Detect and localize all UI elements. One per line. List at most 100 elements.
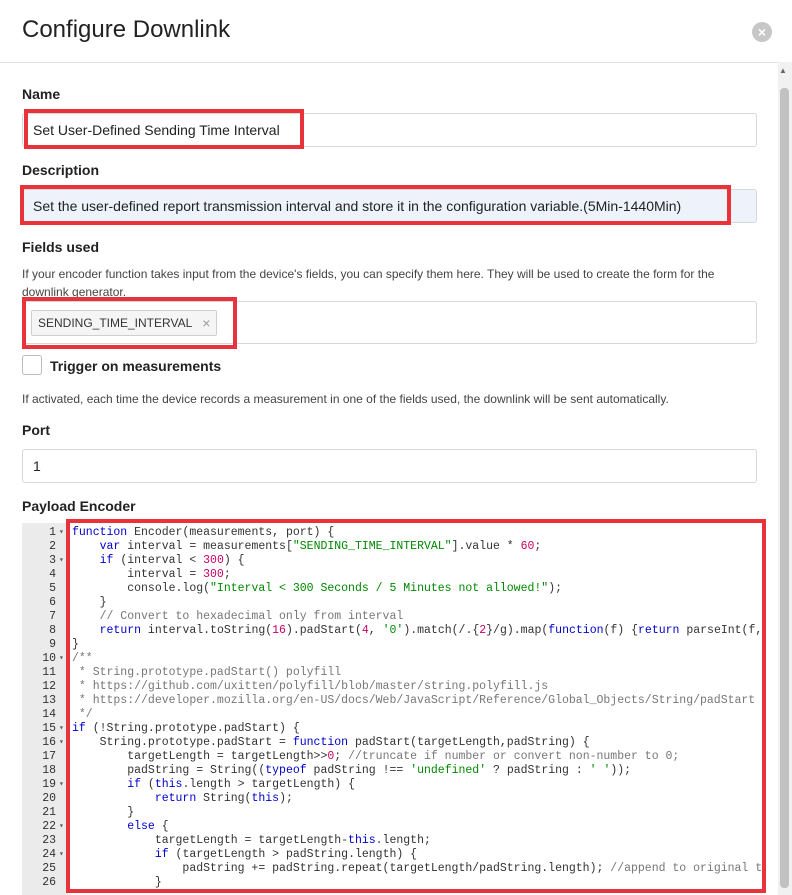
payload-encoder-label: Payload Encoder — [22, 498, 136, 514]
code-text: console.log("Interval < 300 Seconds / 5 … — [72, 582, 562, 595]
line-number: 9 — [49, 638, 56, 651]
code-line[interactable]: 3 ▾ if (interval < 300) { — [22, 554, 762, 568]
line-number: 12 — [42, 680, 56, 693]
code-line[interactable]: 22 ▾ else { — [22, 820, 762, 834]
code-line[interactable]: 9} — [22, 638, 762, 652]
code-text: if (!String.prototype.padStart) { — [72, 722, 300, 735]
code-text: return String(this); — [154, 792, 293, 805]
line-number: 21 — [42, 806, 56, 819]
code-line[interactable]: 12 * https://github.com/uxitten/polyfill… — [22, 680, 762, 694]
fold-arrow-icon[interactable]: ▾ — [59, 554, 64, 568]
line-number: 19 — [42, 778, 56, 791]
field-tag[interactable]: SENDING_TIME_INTERVAL × — [31, 310, 218, 336]
line-number: 24 — [42, 848, 56, 861]
name-input[interactable]: Set User-Defined Sending Time Interval — [22, 113, 757, 147]
line-number: 16 — [42, 736, 56, 749]
port-input[interactable]: 1 — [22, 449, 757, 483]
code-line[interactable]: 25 padString += padString.repeat(targetL… — [22, 862, 762, 876]
line-number: 15 — [42, 722, 56, 735]
line-number: 3 — [49, 554, 56, 567]
fields-used-hint: If your encoder function takes input fro… — [22, 267, 715, 299]
line-number: 14 — [42, 708, 56, 721]
code-line[interactable]: 2 var interval = measurements["SENDING_T… — [22, 540, 762, 554]
code-text: else { — [127, 820, 169, 833]
code-text: interval = 300; — [72, 568, 231, 581]
code-text: * https://github.com/uxitten/polyfill/bl… — [72, 680, 549, 693]
code-text: padString += padString.repeat(targetLeng… — [72, 862, 762, 875]
code-text: if (interval < 300) { — [99, 554, 245, 567]
code-text: padString = String((typeof padString !==… — [72, 764, 632, 777]
code-line[interactable]: 14 */ — [22, 708, 762, 722]
line-number: 10 — [42, 652, 56, 665]
close-icon[interactable]: × — [752, 22, 772, 42]
description-label: Description — [22, 162, 100, 178]
code-text: targetLength = targetLength-this.length; — [72, 834, 431, 847]
code-text: } — [72, 806, 135, 819]
code-text: * String.prototype.padStart() polyfill — [72, 666, 342, 679]
code-line[interactable]: 24 ▾ if (targetLength > padString.length)… — [22, 848, 762, 862]
fold-arrow-icon[interactable]: ▾ — [59, 820, 64, 834]
code-line[interactable]: 7 // Convert to hexadecimal only from in… — [22, 610, 762, 624]
code-line[interactable]: 8 return interval.toString(16).padStart(… — [22, 624, 762, 638]
code-line[interactable]: 11 * String.prototype.padStart() polyfil… — [22, 666, 762, 680]
fields-used-label: Fields used — [22, 239, 100, 255]
scrollbar-thumb[interactable] — [780, 88, 789, 888]
dialog-header: Configure Downlink × — [0, 0, 792, 63]
trigger-hint: If activated, each time the device recor… — [22, 392, 669, 406]
code-line[interactable]: 20 return String(this); — [22, 792, 762, 806]
code-text: } — [72, 876, 162, 889]
trigger-checkbox[interactable] — [22, 355, 42, 375]
code-lines: 1 ▾ function Encoder(measurements, port) {… — [22, 526, 762, 890]
code-line[interactable]: 4 interval = 300; — [22, 568, 762, 582]
name-label: Name — [22, 86, 61, 102]
line-number: 26 — [42, 876, 56, 889]
code-text: } — [72, 638, 79, 651]
code-text: var interval = measurements["SENDING_TIM… — [99, 540, 542, 553]
code-line[interactable]: 23 targetLength = targetLength-this.leng… — [22, 834, 762, 848]
code-text: targetLength = targetLength>>0; //trunca… — [72, 750, 680, 763]
code-line[interactable]: 26 } — [22, 876, 762, 890]
line-number: 7 — [49, 610, 56, 623]
field-tag-label: SENDING_TIME_INTERVAL — [38, 316, 193, 330]
line-number: 5 — [49, 582, 56, 595]
line-number: 11 — [42, 666, 56, 679]
code-line[interactable]: 5 console.log("Interval < 300 Seconds / … — [22, 582, 762, 596]
tag-remove-icon[interactable]: × — [202, 310, 210, 336]
code-line[interactable]: 6 } — [22, 596, 762, 610]
code-line[interactable]: 15 ▾ if (!String.prototype.padStart) { — [22, 722, 762, 736]
code-text: // Convert to hexadecimal only from inte… — [72, 610, 404, 623]
fold-arrow-icon[interactable]: ▾ — [59, 778, 64, 792]
code-line[interactable]: 21 } — [22, 806, 762, 820]
code-text: return interval.toString(16).padStart(4,… — [99, 624, 762, 637]
line-number: 22 — [42, 820, 56, 833]
code-text: /** — [72, 652, 93, 665]
line-number: 18 — [42, 764, 56, 777]
trigger-label: Trigger on measurements — [50, 358, 222, 374]
line-number: 6 — [49, 596, 56, 609]
code-line[interactable]: 19 ▾ if (this.length > targetLength) { — [22, 778, 762, 792]
code-line[interactable]: 18 padString = String((typeof padString … — [22, 764, 762, 778]
description-input[interactable]: Set the user-defined report transmission… — [22, 189, 757, 223]
fold-arrow-icon[interactable]: ▾ — [59, 736, 64, 750]
code-line[interactable]: 17 targetLength = targetLength>>0; //tru… — [22, 750, 762, 764]
code-editor[interactable]: 1 ▾ function Encoder(measurements, port) {… — [22, 523, 762, 895]
fold-arrow-icon[interactable]: ▾ — [59, 848, 64, 862]
fold-arrow-icon[interactable]: ▾ — [59, 526, 64, 540]
scroll-up-icon[interactable]: ▲ — [779, 66, 787, 75]
line-number: 8 — [49, 624, 56, 637]
port-label: Port — [22, 422, 50, 438]
code-line[interactable]: 16 ▾ String.prototype.padStart = function… — [22, 736, 762, 750]
line-number: 23 — [42, 834, 56, 847]
fold-arrow-icon[interactable]: ▾ — [59, 652, 64, 666]
code-text: function Encoder(measurements, port) { — [72, 526, 335, 539]
code-text: if (targetLength > padString.length) { — [154, 848, 418, 861]
code-text: if (this.length > targetLength) { — [127, 778, 355, 791]
code-line[interactable]: 1 ▾ function Encoder(measurements, port) { — [22, 526, 762, 540]
line-number: 13 — [42, 694, 56, 707]
code-line[interactable]: 13 * https://developer.mozilla.org/en-US… — [22, 694, 762, 708]
line-number: 25 — [42, 862, 56, 875]
fold-arrow-icon[interactable]: ▾ — [59, 722, 64, 736]
code-text: */ — [72, 708, 93, 721]
code-text: * https://developer.mozilla.org/en-US/do… — [72, 694, 756, 707]
code-line[interactable]: 10 ▾ /** — [22, 652, 762, 666]
